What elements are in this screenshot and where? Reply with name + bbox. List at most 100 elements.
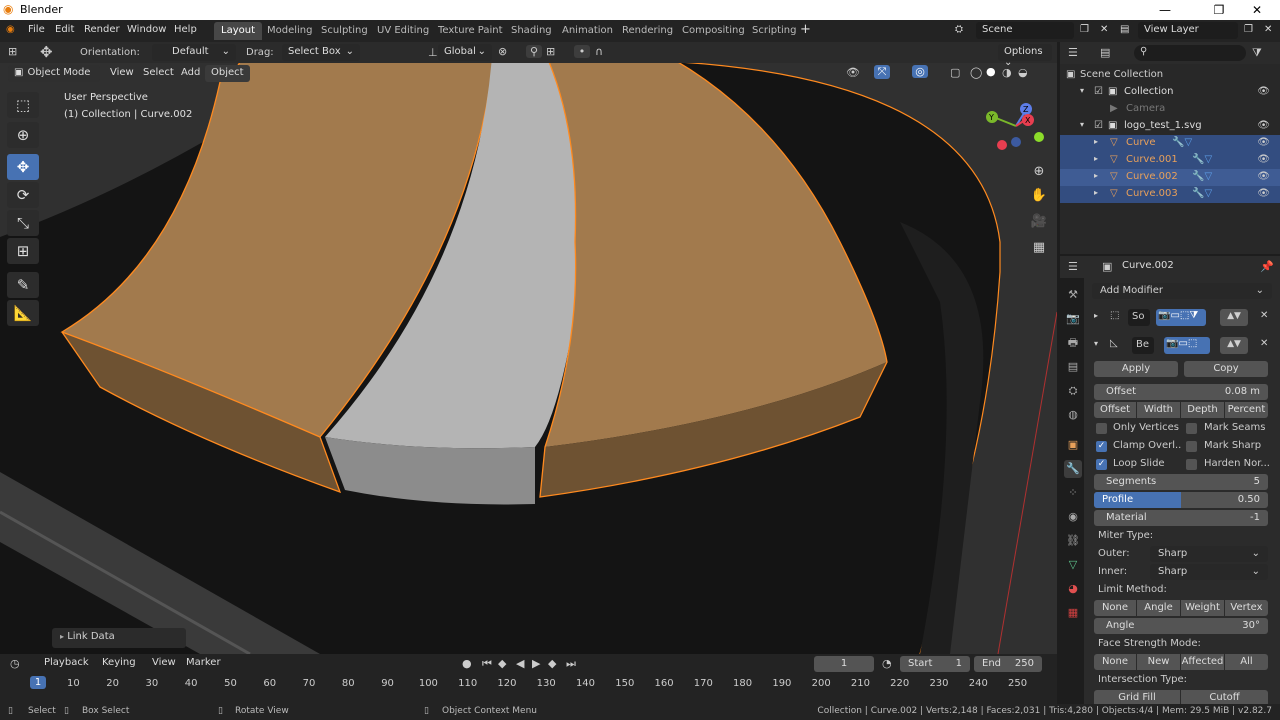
modifier-data-icons[interactable]: 🔧▽ bbox=[1192, 188, 1212, 199]
pivot-point-icon[interactable]: ⊗ bbox=[498, 45, 507, 58]
minimize-button[interactable]: — bbox=[1142, 1, 1188, 19]
offset-mode-width[interactable]: Width bbox=[1137, 402, 1180, 418]
tab-sculpting[interactable]: Sculpting bbox=[314, 22, 375, 40]
snap-target-icon[interactable]: ⊞ bbox=[546, 45, 555, 58]
gizmo-icon[interactable]: ⤧ bbox=[874, 65, 890, 79]
disclosure-arrow-icon[interactable]: ▾ bbox=[1080, 86, 1084, 95]
rendered-shading-icon[interactable]: ◒ bbox=[1018, 66, 1028, 79]
limit-none[interactable]: None bbox=[1094, 600, 1136, 616]
last-operation-panel[interactable]: ▸ Link Data bbox=[52, 628, 186, 648]
material-tab-icon[interactable]: ◕ bbox=[1064, 580, 1082, 598]
outliner-editor-icon[interactable]: ☰ bbox=[1068, 46, 1078, 59]
physics-tab-icon[interactable]: ◉ bbox=[1064, 508, 1082, 526]
properties-editor-icon[interactable]: ☰ bbox=[1068, 260, 1078, 273]
timeline-ruler[interactable]: 1 10 20 30 40 50 60 70 80 90 100 110 120 130 140 150 160… bbox=[0, 654, 1057, 704]
face-strength-new[interactable]: New bbox=[1137, 654, 1180, 670]
menu-render[interactable]: Render bbox=[84, 24, 120, 35]
offset-mode-offset[interactable]: Offset bbox=[1094, 402, 1136, 418]
offset-field[interactable]: Offset 0.08 m bbox=[1094, 384, 1268, 400]
face-strength-affected[interactable]: Affected bbox=[1181, 654, 1224, 670]
loop-slide-checkbox[interactable]: ✓ bbox=[1096, 459, 1107, 470]
offset-mode-percent[interactable]: Percent bbox=[1225, 402, 1268, 418]
outer-dropdown[interactable]: Sharp ⌄ bbox=[1150, 546, 1268, 562]
texture-tab-icon[interactable]: ▦ bbox=[1064, 604, 1082, 622]
filter-icon[interactable]: ⧩ bbox=[1252, 46, 1262, 60]
menu-edit[interactable]: Edit bbox=[55, 24, 74, 35]
visibility-eye-icon[interactable]: 👁 bbox=[1257, 171, 1270, 182]
harden-normals-checkbox[interactable] bbox=[1186, 459, 1197, 470]
menu-object[interactable]: Object bbox=[205, 65, 250, 82]
add-modifier-dropdown[interactable]: Add Modifier ⌄ bbox=[1092, 283, 1272, 299]
expand-arrow-icon[interactable]: ▸ bbox=[1094, 311, 1098, 320]
modifier2-move-arrows-icon[interactable]: ▲▼ bbox=[1220, 337, 1248, 354]
disclosure-arrow-icon[interactable]: ▸ bbox=[1094, 154, 1098, 163]
clamp-overlap-checkbox[interactable]: ✓ bbox=[1096, 441, 1107, 452]
modifier1-move-arrows-icon[interactable]: ▲▼ bbox=[1220, 309, 1248, 326]
outliner-item[interactable]: ▸ ▽ Curve.001 🔧▽ 👁 bbox=[1060, 152, 1280, 169]
apply-button[interactable]: Apply bbox=[1094, 361, 1178, 377]
disclosure-arrow-icon[interactable]: ▸ bbox=[1094, 137, 1098, 146]
only-vertices-checkbox[interactable] bbox=[1096, 423, 1107, 434]
render-tab-icon[interactable]: 📷 bbox=[1064, 310, 1082, 328]
new-scene-icon[interactable]: ❐ bbox=[1080, 24, 1089, 35]
disclosure-arrow-icon[interactable]: ▾ bbox=[1080, 120, 1084, 129]
tab-scripting[interactable]: Scripting bbox=[745, 22, 803, 40]
display-mode-icon[interactable]: ▤ bbox=[1100, 46, 1110, 59]
delete-view-layer-icon[interactable]: ✕ bbox=[1264, 24, 1272, 35]
output-tab-icon[interactable]: 🖶 bbox=[1064, 334, 1082, 352]
drag-dropdown[interactable]: Select Box ⌄ bbox=[282, 44, 360, 61]
offset-mode-depth[interactable]: Depth bbox=[1181, 402, 1224, 418]
cursor-tool-icon[interactable]: ⊕ bbox=[7, 122, 39, 148]
scene-tab-icon[interactable]: ⛭ bbox=[1064, 382, 1082, 400]
modifier1-name-field[interactable]: So bbox=[1128, 309, 1150, 326]
tab-compositing[interactable]: Compositing bbox=[675, 22, 752, 40]
face-strength-all[interactable]: All bbox=[1225, 654, 1268, 670]
constraints-tab-icon[interactable]: ⛓ bbox=[1064, 532, 1082, 550]
disclosure-arrow-icon[interactable]: ▸ bbox=[1094, 188, 1098, 197]
modifier-data-icons[interactable]: 🔧▽ bbox=[1192, 171, 1212, 182]
modifier-bevel-header[interactable]: ▾ ◺ Be 📷▭⬚ ▲▼ ✕ bbox=[1092, 336, 1274, 356]
tab-shading[interactable]: Shading bbox=[504, 22, 559, 40]
visibility-icon[interactable]: 👁 bbox=[846, 66, 860, 79]
proportional-edit-icon[interactable]: • bbox=[574, 45, 590, 58]
segments-field[interactable]: Segments 5 bbox=[1094, 474, 1268, 490]
collapse-arrow-icon[interactable]: ▾ bbox=[1094, 339, 1098, 348]
world-tab-icon[interactable]: ◍ bbox=[1064, 406, 1082, 424]
move-tool-button-icon[interactable]: ✥ bbox=[7, 154, 39, 180]
material-field[interactable]: Material -1 bbox=[1094, 510, 1268, 526]
pan-hand-icon[interactable]: ✋ bbox=[1030, 188, 1048, 203]
tab-texture-paint[interactable]: Texture Paint bbox=[431, 22, 510, 40]
blender-menu-icon[interactable]: ◉ bbox=[6, 24, 15, 35]
modifier-solidify-header[interactable]: ▸ ⬚ So 📷▭⬚⧩ ▲▼ ✕ bbox=[1092, 308, 1274, 328]
add-workspace-icon[interactable]: + bbox=[800, 22, 811, 37]
menu-window[interactable]: Window bbox=[127, 24, 166, 35]
pin-icon[interactable]: 📌 bbox=[1260, 260, 1274, 273]
tab-animation[interactable]: Animation bbox=[555, 22, 620, 40]
exclude-checkbox-icon[interactable]: ☑ bbox=[1094, 86, 1103, 97]
snap-icon[interactable]: ⚲ bbox=[526, 45, 542, 58]
measure-tool-icon[interactable]: 📐 bbox=[7, 300, 39, 326]
outliner-item[interactable]: ▾ ☑ ▣ Collection 👁 bbox=[1060, 84, 1280, 101]
outliner-root[interactable]: ▣ Scene Collection bbox=[1060, 67, 1280, 84]
modifier1-remove-icon[interactable]: ✕ bbox=[1260, 310, 1268, 321]
limit-angle[interactable]: Angle bbox=[1137, 600, 1180, 616]
object-tab-icon[interactable]: ▣ bbox=[1064, 436, 1082, 454]
options-dropdown[interactable]: Options ⌄ bbox=[998, 44, 1052, 68]
inner-dropdown[interactable]: Sharp ⌄ bbox=[1150, 564, 1268, 580]
intersection-cutoff[interactable]: Cutoff bbox=[1181, 690, 1268, 704]
exclude-checkbox-icon[interactable]: ☑ bbox=[1094, 120, 1103, 131]
modifier-data-icons[interactable]: 🔧▽ bbox=[1172, 137, 1192, 148]
profile-slider[interactable]: Profile 0.50 bbox=[1094, 492, 1268, 508]
scene-field[interactable]: Scene bbox=[976, 22, 1074, 39]
outliner-item[interactable]: ▾ ☑ ▣ logo_test_1.svg 👁 bbox=[1060, 118, 1280, 135]
close-button[interactable]: ✕ bbox=[1234, 1, 1280, 19]
outliner-item[interactable]: ▸ ▽ Curve.003 🔧▽ 👁 bbox=[1060, 186, 1280, 203]
outliner-item[interactable]: ▶ Camera bbox=[1060, 101, 1280, 118]
data-tab-icon[interactable]: ▽ bbox=[1064, 556, 1082, 574]
scale-tool-icon[interactable]: ⤡ bbox=[7, 210, 39, 236]
menu-file[interactable]: File bbox=[28, 24, 45, 35]
tab-modeling[interactable]: Modeling bbox=[260, 22, 320, 40]
transform-tool-icon[interactable]: ⊞ bbox=[7, 238, 39, 264]
limit-weight[interactable]: Weight bbox=[1181, 600, 1224, 616]
select-box-tool-icon[interactable]: ⬚ bbox=[7, 92, 39, 118]
